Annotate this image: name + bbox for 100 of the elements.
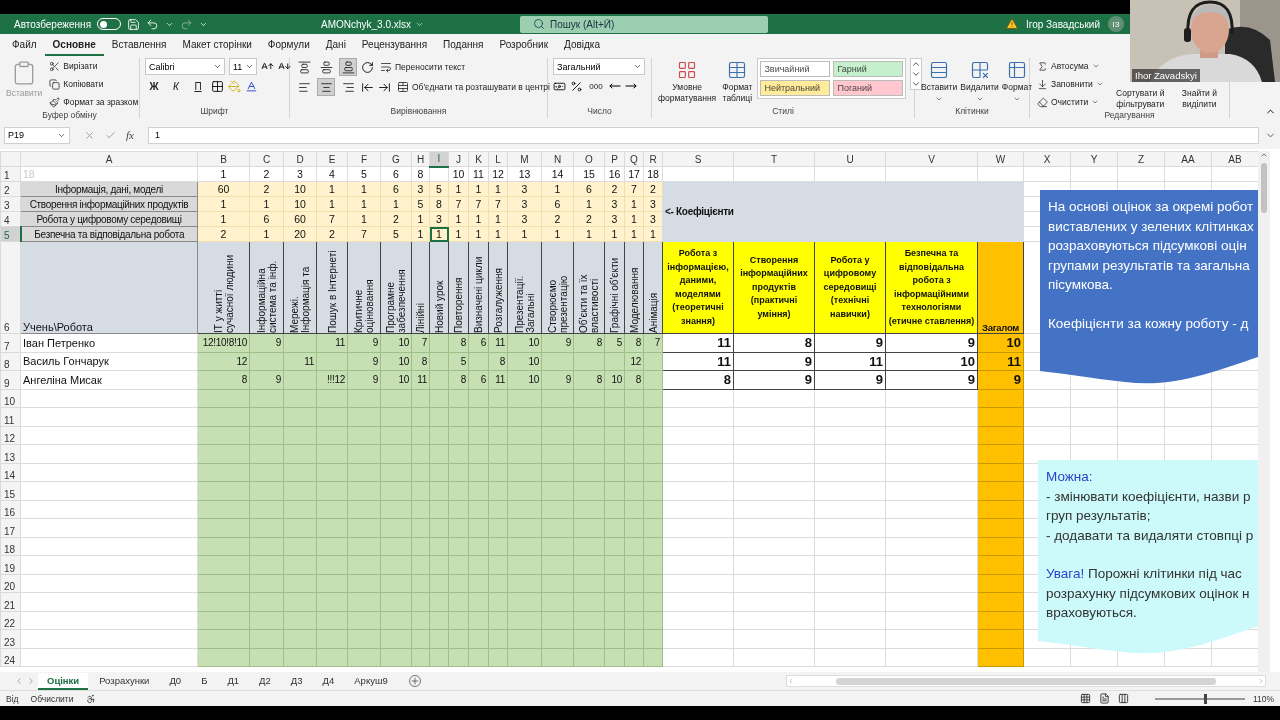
ribbon-tab[interactable]: Макет сторінки (174, 39, 260, 56)
font-name-field[interactable]: Calibri (145, 58, 225, 75)
column-header[interactable]: N (541, 151, 574, 167)
page-layout-icon[interactable] (1098, 693, 1110, 704)
horizontal-align-button[interactable] (317, 78, 335, 96)
editing-command[interactable]: Автосума (1035, 58, 1106, 74)
clipboard-command[interactable]: Копіювати (47, 76, 141, 92)
formula-field[interactable]: 1 (147, 126, 1259, 144)
bold-button[interactable]: Ж (145, 77, 163, 95)
page-break-icon[interactable] (1117, 693, 1129, 704)
font-size-field[interactable]: 11 (229, 58, 257, 75)
vertical-align-button[interactable] (339, 58, 357, 76)
column-header[interactable]: S (662, 151, 734, 167)
editing-command[interactable]: Заповнити (1035, 76, 1106, 92)
sheet-tab[interactable]: Д4 (313, 672, 344, 690)
ribbon-tab[interactable]: Подання (435, 39, 492, 56)
user-name[interactable]: Ігор Завадський (1025, 18, 1100, 30)
sheet-tab[interactable]: Д2 (250, 672, 280, 690)
cell-style[interactable]: Звичайний (760, 61, 831, 77)
font-color-icon[interactable] (245, 79, 258, 93)
ribbon-tab[interactable]: Формули (259, 39, 318, 56)
warning-icon[interactable] (1005, 18, 1018, 30)
decrease-indent-icon[interactable] (361, 80, 374, 94)
ribbon-tab[interactable]: Файл (4, 39, 45, 56)
vertical-align-button[interactable] (317, 58, 335, 76)
undo-icon[interactable] (146, 17, 160, 31)
format-table-button[interactable]: Формат таблиці (721, 58, 754, 106)
ribbon-tab[interactable]: Довідка (556, 39, 609, 56)
name-box[interactable]: P19 (4, 126, 70, 144)
user-avatar[interactable]: ІЗ (1108, 16, 1124, 32)
horizontal-scrollbar[interactable] (786, 675, 1266, 687)
column-header[interactable]: X (1023, 151, 1071, 167)
underline-button[interactable]: П (189, 77, 207, 95)
cell-style[interactable]: Гарний (833, 61, 904, 77)
file-name[interactable]: AMONchyk_3.0.xlsx (300, 18, 412, 30)
column-header[interactable]: V (885, 151, 978, 167)
cell-style[interactable]: Поганий (833, 80, 904, 96)
search-field[interactable]: Пошук (Alt+Й) (520, 15, 768, 33)
accessibility-icon[interactable] (85, 693, 96, 704)
orientation-icon[interactable] (361, 60, 374, 74)
fill-color-icon[interactable] (228, 79, 241, 93)
ribbon-tab[interactable]: Вставлення (103, 39, 175, 56)
coefficient-cell: 1 (488, 226, 508, 242)
ribbon-tab[interactable]: Рецензування (353, 39, 436, 56)
ribbon-tab[interactable]: Дані (317, 39, 354, 56)
group-label: Стилі (772, 106, 794, 118)
column-header[interactable]: E (316, 151, 348, 167)
find-select-button[interactable]: Знайти й виділити (1174, 88, 1224, 110)
column-header[interactable]: AB (1211, 151, 1258, 167)
sheet-tab[interactable]: Б (192, 672, 217, 690)
sheet-tab[interactable]: Аркуш9 (345, 672, 397, 690)
column-header[interactable]: F (347, 151, 381, 167)
sheet-tab[interactable]: Розрахунки (90, 672, 159, 690)
zoom-thumb[interactable] (1204, 693, 1208, 704)
cells-command[interactable]: Формат (1000, 58, 1034, 105)
save-icon[interactable] (127, 17, 141, 31)
video-caption: Ihor Zavadskyi (1132, 69, 1200, 82)
vertical-scrollbar[interactable] (1258, 151, 1270, 672)
percent-icon[interactable] (570, 79, 583, 93)
column-header[interactable]: Y (1070, 151, 1118, 167)
column-header[interactable]: T (733, 151, 815, 167)
column-header[interactable]: Z (1117, 151, 1165, 167)
caret-icon (975, 95, 984, 103)
sheet-tab[interactable]: Д3 (281, 672, 312, 690)
column-header[interactable]: A (20, 151, 198, 167)
cells-command[interactable]: Вставити (920, 58, 959, 105)
sheet-tab[interactable]: Д1 (218, 672, 249, 690)
corner-label: Учень\Робота (20, 241, 198, 334)
sheet-tab[interactable]: Д0 (160, 672, 191, 690)
column-header[interactable]: AA (1164, 151, 1212, 167)
wrap-text-button[interactable]: Переносити текст (378, 59, 468, 75)
gallery-scroll[interactable] (910, 58, 923, 90)
work-title: Повторення (453, 276, 464, 333)
thousands-button[interactable]: 000 (587, 77, 605, 95)
borders-icon[interactable] (211, 79, 224, 93)
editing-command[interactable]: Очистити (1035, 94, 1106, 110)
conditional-format-button[interactable]: Умовне форматування (657, 58, 718, 106)
column-header[interactable]: U (814, 151, 886, 167)
column-header[interactable]: O (573, 151, 605, 167)
clipboard-command[interactable]: Вирізати (47, 58, 141, 74)
row-header[interactable]: 6 (0, 241, 21, 334)
italic-button[interactable]: К (167, 77, 185, 95)
insert-function-button[interactable]: fx (126, 129, 134, 141)
number-format-field[interactable]: Загальний (553, 58, 645, 75)
column-header[interactable]: M (507, 151, 542, 167)
ribbon-tab[interactable]: Розробник (491, 39, 557, 56)
column-header[interactable]: B (197, 151, 250, 167)
increase-indent-icon[interactable] (378, 80, 391, 94)
normal-view-icon[interactable] (1079, 693, 1091, 704)
column-header[interactable]: C (249, 151, 284, 167)
sheet-tab[interactable]: Оцінки (38, 672, 89, 690)
zoom-level[interactable]: 110% (1252, 693, 1274, 704)
cells-command[interactable]: Видалити (959, 58, 1000, 105)
sort-filter-button[interactable]: Сортувати й фільтрувати (1109, 88, 1171, 110)
clipboard-command[interactable]: Формат за зразком (47, 94, 141, 110)
cell-style[interactable]: Нейтральний (760, 80, 831, 96)
column-header[interactable]: G (380, 151, 412, 167)
merge-button[interactable]: Об'єднати та розташувати в центрі (395, 79, 564, 95)
column-header[interactable]: D (283, 151, 317, 167)
column-header[interactable]: W (977, 151, 1024, 167)
